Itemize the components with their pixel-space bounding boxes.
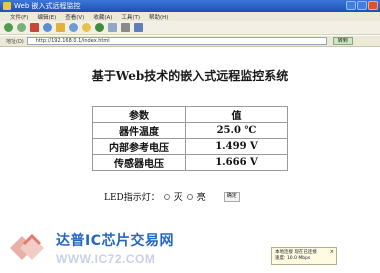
edit-icon[interactable] <box>134 23 143 32</box>
menu-item-favorites[interactable]: 收藏(A) <box>93 13 112 21</box>
address-input[interactable]: http://192.168.0.1/index.html <box>26 37 327 45</box>
led-control: LED指示灯： 灭 亮 确定 <box>104 190 240 203</box>
menu-bar: 文件(F) 编辑(E) 查看(V) 收藏(A) 工具(T) 帮助(H) <box>0 12 380 21</box>
menu-item-view[interactable]: 查看(V) <box>65 13 84 21</box>
window-title: Web 嵌入式远程监控 <box>14 2 81 10</box>
mail-icon[interactable] <box>108 23 117 32</box>
title-bar: Web 嵌入式远程监控 <box>0 0 380 12</box>
stop-icon[interactable] <box>30 23 39 32</box>
page-title: 基于Web技术的嵌入式远程监控系统 <box>91 69 289 83</box>
value-cell: 1.666 V <box>185 154 288 171</box>
param-cell: 器件温度 <box>92 122 186 139</box>
watermark-logo-icon <box>10 233 44 260</box>
close-button[interactable] <box>368 1 378 10</box>
param-cell: 传感器电压 <box>92 154 186 171</box>
table-row: 内部参考电压 1.499 V <box>92 138 288 155</box>
value-header: 值 <box>185 106 288 123</box>
status-table: 参数 值 器件温度 25.0 ℃ 内部参考电压 1.499 V 传感器电压 1.… <box>92 106 288 171</box>
value-cell: 1.499 V <box>185 138 288 155</box>
home-icon[interactable] <box>56 23 65 32</box>
led-on-radio[interactable] <box>186 193 193 200</box>
value-cell: 25.0 ℃ <box>185 122 288 139</box>
toolbar <box>0 21 380 35</box>
favorites-icon[interactable] <box>82 23 91 32</box>
menu-item-help[interactable]: 帮助(H) <box>149 13 168 21</box>
menu-item-tools[interactable]: 工具(T) <box>121 13 140 21</box>
led-on-label: 亮 <box>196 193 206 203</box>
param-header: 参数 <box>92 106 186 123</box>
connection-notification[interactable]: × 本地连接 现在已连接 速度: 10.0 Mbps <box>271 247 337 265</box>
close-icon[interactable]: × <box>330 249 334 255</box>
window-controls <box>346 1 378 10</box>
watermark-url: WWW.IC72.COM <box>56 252 156 266</box>
notification-text: 速度: 10.0 Mbps <box>275 256 311 261</box>
maximize-button[interactable] <box>357 1 367 10</box>
history-icon[interactable] <box>95 23 104 32</box>
go-button[interactable]: 转到 <box>332 37 353 45</box>
led-submit-button[interactable]: 确定 <box>223 191 240 202</box>
print-icon[interactable] <box>121 23 130 32</box>
led-off-radio[interactable] <box>163 193 170 200</box>
menu-item-file[interactable]: 文件(F) <box>10 13 28 21</box>
back-icon[interactable] <box>4 23 13 32</box>
table-row: 传感器电压 1.666 V <box>92 154 288 171</box>
browser-icon <box>3 2 11 10</box>
watermark-text: 达普IC芯片交易网 <box>56 233 174 249</box>
address-label: 地址(D) <box>6 38 24 45</box>
table-row: 器件温度 25.0 ℃ <box>92 122 288 139</box>
menu-item-edit[interactable]: 编辑(E) <box>37 13 56 21</box>
forward-icon[interactable] <box>17 23 26 32</box>
led-off-label: 灭 <box>173 193 183 203</box>
param-cell: 内部参考电压 <box>92 138 186 155</box>
search-icon[interactable] <box>69 23 78 32</box>
table-header-row: 参数 值 <box>92 106 288 123</box>
refresh-icon[interactable] <box>43 23 52 32</box>
led-label: LED指示灯： <box>104 193 160 203</box>
minimize-button[interactable] <box>346 1 356 10</box>
address-bar: 地址(D) http://192.168.0.1/index.html 转到 <box>0 36 380 47</box>
